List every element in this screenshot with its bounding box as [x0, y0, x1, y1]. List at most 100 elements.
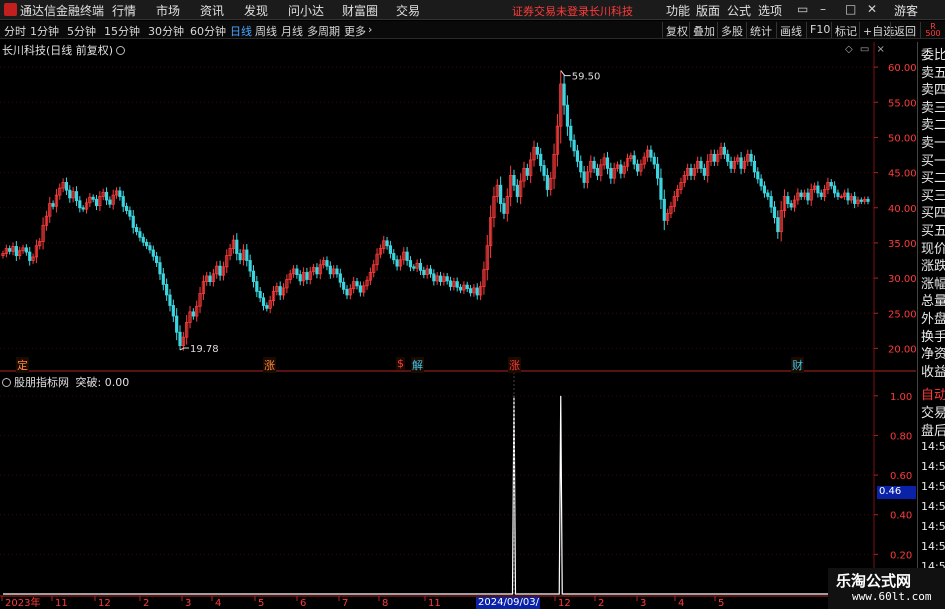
- candle-body: [8, 248, 12, 252]
- sub-y-tick-label: 0.60: [890, 471, 912, 482]
- candle-body: [582, 171, 586, 183]
- candle-body: [512, 175, 516, 186]
- candle-body: [408, 260, 413, 268]
- candle-body: [542, 165, 546, 176]
- candle-body: [605, 157, 610, 169]
- candle-body: [161, 273, 165, 285]
- candle-body: [24, 247, 28, 253]
- candle-body: [28, 251, 32, 261]
- candle-body: [128, 210, 132, 217]
- candle-body: [392, 253, 396, 261]
- diamond-icon[interactable]: ◇: [845, 44, 853, 55]
- panel-tab[interactable]: 盘后: [921, 420, 945, 439]
- panel-tab[interactable]: 自动: [921, 384, 945, 403]
- x-tick-label: 12: [558, 598, 571, 609]
- candle-body: [355, 281, 359, 287]
- main-y-tick-label: 25.00: [888, 309, 917, 320]
- sub-y-tick-label: 0.40: [890, 511, 912, 522]
- main-y-tick-label: 55.00: [888, 98, 917, 109]
- candle-body: [846, 192, 850, 201]
- candle-body: [659, 177, 663, 200]
- candle-body: [662, 198, 666, 221]
- quote-field-label: 卖四: [921, 83, 945, 99]
- candle-body: [502, 203, 506, 214]
- main-y-tick-label: 35.00: [888, 239, 917, 250]
- candle-body: [385, 240, 389, 247]
- candle-body: [295, 268, 299, 275]
- quote-field-label: 买五: [921, 224, 945, 239]
- indicator-circle-icon[interactable]: [2, 378, 11, 387]
- candle-body: [145, 241, 149, 247]
- candle-body: [158, 262, 162, 275]
- sub-y-tick-label: 0.20: [890, 550, 912, 561]
- candle-body: [418, 262, 423, 271]
- candle-body: [829, 182, 833, 187]
- quote-field-label: 外盘: [921, 312, 945, 327]
- candle-body: [138, 231, 142, 238]
- quote-field-label: 换手: [921, 329, 945, 345]
- close-panel-icon[interactable]: ×: [877, 44, 885, 55]
- candle-body: [776, 217, 780, 233]
- candle-body: [836, 192, 840, 197]
- candle-body: [405, 251, 409, 261]
- signal-marker[interactable]: 财: [791, 357, 804, 373]
- candle-body: [759, 178, 763, 187]
- candle-body: [632, 155, 636, 165]
- low-pointer: [179, 347, 190, 351]
- panel-tab[interactable]: 交易: [921, 402, 945, 421]
- signal-marker[interactable]: 涨: [263, 357, 276, 373]
- watermark: 乐淘公式网 www.60lt.com: [828, 568, 945, 609]
- quote-field-label: 买二: [921, 171, 945, 187]
- candle-body: [458, 286, 463, 291]
- signal-marker[interactable]: $: [396, 357, 405, 370]
- candle-body: [786, 196, 790, 204]
- candle-body: [298, 274, 302, 282]
- candle-body: [562, 83, 566, 106]
- chart-canvas[interactable]: 60.00 55.00 50.00 45.00 40.00 35.00 30.00 25.00…: [0, 0, 945, 609]
- candle-body: [575, 150, 580, 162]
- x-tick-label: 2: [598, 598, 604, 609]
- candle-body: [338, 273, 342, 283]
- signal-marker[interactable]: 定: [16, 357, 29, 373]
- candle-body: [609, 167, 613, 179]
- sub-y-tick-label: 1.00: [890, 392, 912, 403]
- candle-body: [572, 139, 576, 152]
- candle-body: [769, 196, 773, 208]
- main-y-tick-label: 50.00: [888, 133, 917, 144]
- high-label: 59.50: [572, 72, 601, 83]
- grid-icon[interactable]: ▭: [860, 44, 869, 55]
- quote-field-label: 卖二: [921, 118, 945, 134]
- candle-body: [64, 182, 69, 191]
- candle-body: [325, 260, 329, 267]
- candle-body: [141, 236, 145, 243]
- quote-field-label: 卖五: [921, 65, 945, 81]
- candle-body: [739, 157, 743, 169]
- candle-body: [859, 199, 863, 202]
- settings-circle-icon[interactable]: [116, 46, 126, 55]
- candle-body: [702, 167, 706, 176]
- candle-body: [134, 227, 139, 233]
- candle-body: [74, 191, 79, 202]
- candle-body: [499, 184, 503, 204]
- signal-marker[interactable]: 解: [411, 357, 424, 373]
- candle-body: [726, 153, 730, 162]
- candle-body: [438, 275, 443, 283]
- candle-body: [515, 184, 519, 197]
- candle-body: [592, 160, 596, 169]
- candle-body: [729, 160, 733, 169]
- signal-marker[interactable]: 涨: [508, 357, 521, 373]
- x-tick-label: 4: [678, 598, 684, 609]
- candle-body: [525, 167, 529, 176]
- candle-body: [121, 196, 125, 207]
- quote-field-label: 现价: [921, 241, 945, 257]
- candle-body: [712, 153, 716, 162]
- high-pointer: [560, 70, 571, 77]
- main-y-tick-label: 20.00: [888, 344, 917, 355]
- candle-body: [395, 259, 399, 267]
- candle-body: [14, 246, 18, 256]
- tick-time: 14:56: [921, 540, 945, 553]
- x-tick-label: 6: [300, 598, 306, 609]
- candle-body: [155, 255, 159, 264]
- quote-field-label: 买三: [921, 188, 945, 204]
- candle-body: [866, 198, 870, 202]
